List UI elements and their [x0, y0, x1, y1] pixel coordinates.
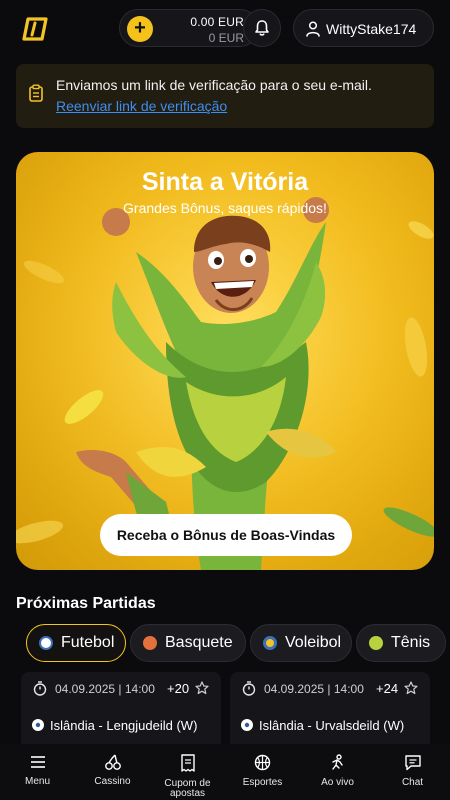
notifications-button[interactable] — [243, 9, 281, 47]
promo-title: Sinta a Vitória — [141, 168, 309, 196]
chat-icon — [404, 755, 421, 771]
nav-label: Esportes — [242, 777, 283, 788]
verification-message: Enviamos um link de verificação para o s… — [56, 77, 372, 93]
tab-voleibol[interactable]: Voleibol — [250, 624, 352, 662]
tab-futebol[interactable]: Futebol — [26, 624, 126, 662]
username: WittyStake174 — [326, 21, 417, 37]
cherries-icon — [104, 754, 121, 770]
tab-label: Voleibol — [285, 634, 342, 651]
volleyball-icon — [263, 636, 277, 650]
tab-label: Futebol — [61, 634, 115, 651]
clock-icon — [242, 681, 256, 696]
bottom-navigation: Menu Cassino Cupom de apostas Esportes A… — [0, 744, 450, 800]
nav-cassino[interactable]: Cassino — [75, 744, 150, 800]
promo-subtitle: Grandes Bônus, saques rápidos! — [123, 200, 327, 216]
balance-amount: 0.00 EUR — [190, 15, 244, 29]
sport-filter-tabs: Futebol Basquete Voleibol Tênis — [26, 624, 450, 662]
upcoming-matches-title: Próximas Partidas — [16, 595, 156, 612]
match-datetime: 04.09.2025 | 14:00 — [55, 682, 155, 696]
match-card[interactable]: 04.09.2025 | 14:00 +20 Islândia - Lengju… — [21, 672, 221, 746]
resend-verification-link[interactable]: Reenviar link de verificação — [56, 98, 227, 114]
nav-label: Ao vivo — [321, 777, 354, 788]
menu-icon — [30, 756, 45, 768]
league-name: Islândia - Lengjudeild (W) — [50, 718, 198, 733]
nav-chat[interactable]: Chat — [375, 744, 450, 800]
promo-banner[interactable]: Sinta a Vitória Grandes Bônus, saques rá… — [16, 152, 434, 570]
coupon-icon — [180, 754, 195, 772]
clock-icon — [33, 681, 47, 696]
email-verification-banner: Enviamos um link de verificação para o s… — [16, 64, 434, 128]
nav-ao-vivo[interactable]: Ao vivo — [300, 744, 375, 800]
nav-menu[interactable]: Menu — [0, 744, 75, 800]
user-profile-button[interactable]: WittyStake174 — [293, 9, 434, 47]
tennis-ball-icon — [369, 636, 383, 650]
clipboard-icon — [29, 84, 43, 102]
basketball-icon — [143, 636, 157, 650]
deposit-plus-icon[interactable]: + — [127, 16, 153, 42]
match-card[interactable]: 04.09.2025 | 14:00 +24 Islândia - Urvals… — [230, 672, 430, 746]
basketball-icon — [254, 754, 271, 771]
balance-widget[interactable]: + 0.00 EUR 0 EUR — [119, 9, 259, 47]
tab-label: Tênis — [391, 634, 431, 651]
nav-label: Cassino — [94, 776, 131, 787]
nav-label: Menu — [24, 776, 50, 787]
tab-tenis[interactable]: Tênis — [356, 624, 446, 662]
tab-label: Basquete — [165, 634, 233, 651]
star-icon[interactable] — [195, 681, 209, 695]
user-icon — [306, 21, 320, 37]
nav-label: Chat — [401, 777, 424, 788]
soccer-ball-icon — [32, 719, 44, 731]
nav-coupon[interactable]: Cupom de apostas — [150, 744, 225, 800]
nav-label: Cupom de apostas — [164, 778, 211, 799]
logo-icon[interactable] — [22, 16, 48, 42]
welcome-bonus-button[interactable]: Receba o Bônus de Boas-Vindas — [100, 514, 352, 556]
bonus-balance: 0 EUR — [208, 31, 244, 45]
soccer-ball-icon — [241, 719, 253, 731]
more-markets-count[interactable]: +20 — [167, 681, 189, 696]
bell-icon — [255, 20, 269, 36]
nav-esportes[interactable]: Esportes — [225, 744, 300, 800]
live-runner-icon — [332, 754, 343, 770]
match-datetime: 04.09.2025 | 14:00 — [264, 682, 364, 696]
tab-basquete[interactable]: Basquete — [130, 624, 246, 662]
soccer-ball-icon — [39, 636, 53, 650]
star-icon[interactable] — [404, 681, 418, 695]
top-bar: + 0.00 EUR 0 EUR WittyStake174 — [0, 0, 450, 58]
more-markets-count[interactable]: +24 — [376, 681, 398, 696]
league-name: Islândia - Urvalsdeild (W) — [259, 718, 405, 733]
